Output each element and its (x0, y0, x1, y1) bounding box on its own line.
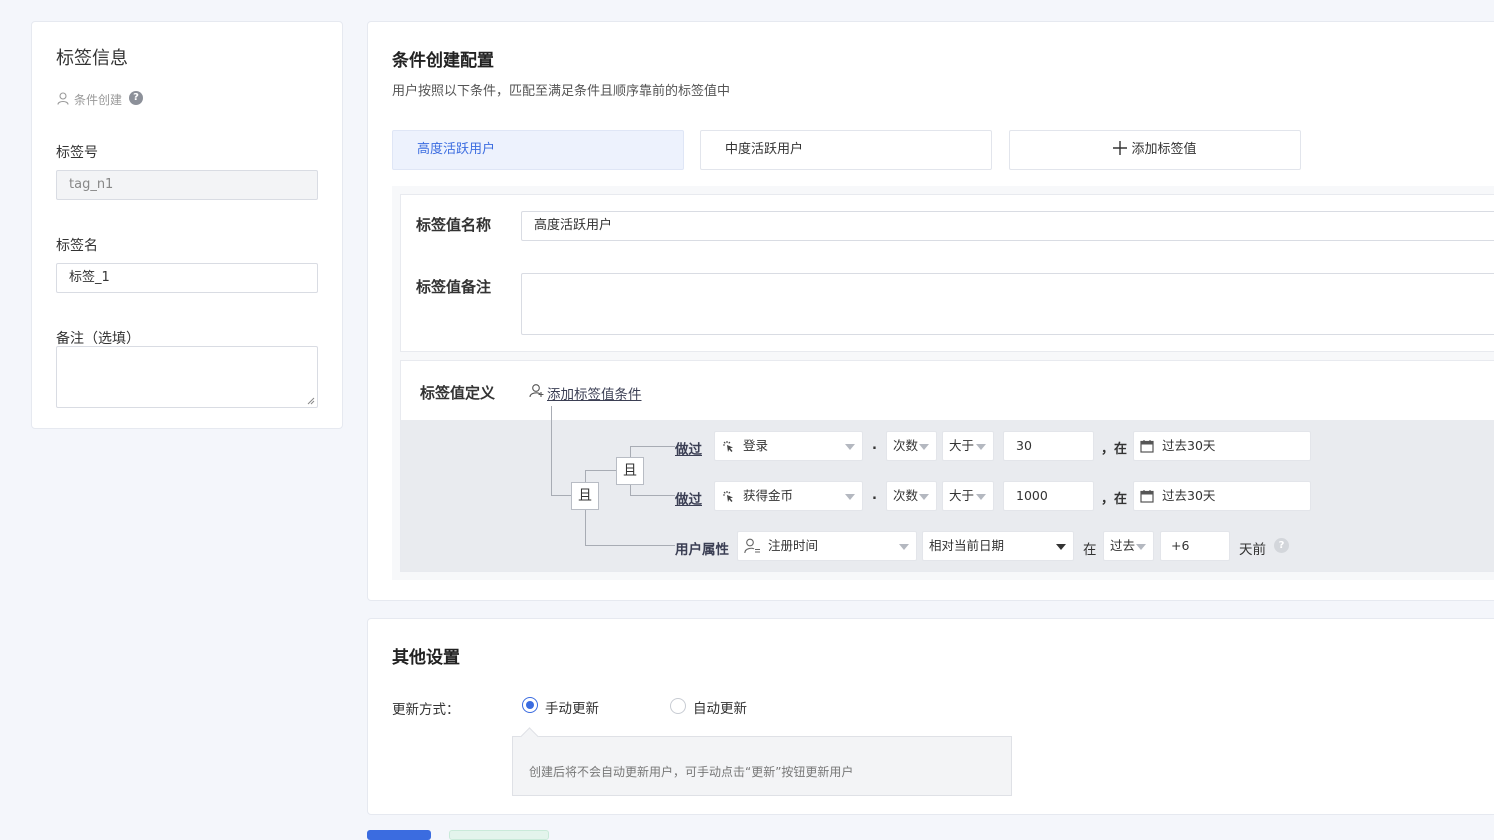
update-hint-text: 创建后将不会自动更新用户，可手动点击“更新”按钮更新用户 (529, 765, 854, 779)
radio-dot (526, 701, 534, 709)
logic-node-outer[interactable]: 且 (571, 482, 599, 510)
tree-line (585, 510, 586, 546)
auto-update-label[interactable]: 自动更新 (693, 697, 747, 717)
click-icon (723, 441, 733, 452)
days-ago-text: 天前 (1239, 542, 1266, 558)
hint-arrow (520, 727, 539, 746)
value-name-label: 标签值名称 (416, 216, 492, 234)
tab-high-active[interactable]: 高度活跃用户 (392, 130, 684, 170)
in-label: ，在 (1101, 442, 1128, 457)
click-icon (723, 491, 733, 502)
tag-info-panel: 标签信息 条件创建 ? 标签号 tag_n1 标签名 标签_1 备注（选填） (31, 21, 343, 429)
user-icon (57, 92, 69, 105)
add-tag-value-label: 添加标签值 (1131, 142, 1197, 157)
other-settings-card: 其他设置 更新方式： 手动更新 自动更新 创建后将不会自动更新用户，可手动点击“… (367, 618, 1494, 815)
tree-line (585, 545, 675, 546)
cancel-button[interactable] (449, 830, 549, 840)
tag-no-field: tag_n1 (56, 170, 318, 200)
date-mode-select[interactable]: 相对当前日期 (922, 531, 1074, 561)
attribute-value: 注册时间 (768, 538, 819, 553)
update-method-label: 更新方式： (392, 702, 460, 718)
in-text: 在 (1083, 542, 1097, 558)
resize-handle-icon[interactable] (307, 397, 315, 405)
help-icon[interactable]: ? (1274, 538, 1289, 553)
note-label: 备注（选填） (56, 331, 140, 347)
add-condition-icon[interactable] (529, 383, 544, 398)
event-select[interactable]: 获得金币 (714, 481, 863, 511)
radio-auto-update[interactable] (670, 698, 686, 714)
time-range-picker[interactable]: 过去30天 (1133, 481, 1311, 511)
time-range-value: 过去30天 (1162, 488, 1216, 503)
direction-select[interactable]: 过去 (1103, 531, 1154, 561)
direction-value: 过去 (1110, 538, 1136, 553)
date-mode-value: 相对当前日期 (929, 538, 1005, 553)
value-input[interactable]: 1000 (1003, 481, 1094, 511)
time-range-picker[interactable]: 过去30天 (1133, 431, 1311, 461)
add-condition-link[interactable]: 添加标签值条件 (547, 383, 642, 403)
operator-value: 大于 (949, 438, 975, 453)
user-attribute-icon (744, 538, 760, 554)
days-input[interactable]: +6 (1160, 531, 1230, 561)
help-icon[interactable]: ? (129, 91, 143, 105)
logic-node-inner[interactable]: 且 (616, 457, 644, 485)
user-attr-label: 用户属性 (675, 542, 729, 558)
event-value: 获得金币 (743, 488, 794, 503)
tag-no-label: 标签号 (56, 145, 98, 161)
did-label[interactable]: 做过 (675, 438, 702, 458)
dot-separator: . (872, 488, 877, 503)
value-note-textarea[interactable] (521, 273, 1494, 335)
calendar-icon (1140, 490, 1154, 503)
tree-line (585, 470, 616, 471)
tree-line (630, 446, 631, 457)
tree-line (551, 406, 552, 496)
tag-name-label: 标签名 (56, 238, 98, 254)
did-label[interactable]: 做过 (675, 488, 702, 508)
operator-select[interactable]: 大于 (942, 481, 994, 511)
tab-label: 中度活跃用户 (725, 142, 804, 157)
config-title: 条件创建配置 (392, 51, 494, 71)
note-textarea[interactable] (56, 346, 318, 408)
time-range-value: 过去30天 (1162, 438, 1216, 453)
operator-value: 大于 (949, 488, 975, 503)
tag-info-title: 标签信息 (56, 48, 128, 69)
metric-select[interactable]: 次数 (886, 431, 937, 461)
tree-line (585, 470, 586, 482)
plus-icon (1113, 141, 1128, 155)
config-subtitle: 用户按照以下条件，匹配至满足条件且顺序靠前的标签值中 (392, 84, 731, 99)
event-select[interactable]: 登录 (714, 431, 863, 461)
tab-label: 高度活跃用户 (417, 142, 496, 157)
confirm-button[interactable] (367, 830, 431, 840)
value-note-label: 标签值备注 (416, 278, 492, 296)
update-hint-box: 创建后将不会自动更新用户，可手动点击“更新”按钮更新用户 (512, 727, 1012, 796)
manual-update-label[interactable]: 手动更新 (545, 697, 599, 717)
event-value: 登录 (743, 438, 769, 453)
calendar-icon (1140, 440, 1154, 453)
tree-line (630, 446, 675, 447)
add-tag-value-button[interactable]: 添加标签值 (1009, 130, 1301, 170)
metric-select[interactable]: 次数 (886, 481, 937, 511)
creation-type: 条件创建 (74, 93, 123, 107)
in-label: ，在 (1101, 492, 1128, 507)
dot-separator: . (872, 438, 877, 453)
tree-line (551, 495, 571, 496)
value-name-field[interactable]: 高度活跃用户 (521, 211, 1494, 241)
metric-value: 次数 (893, 488, 919, 503)
attribute-select[interactable]: 注册时间 (737, 531, 917, 561)
metric-value: 次数 (893, 438, 919, 453)
value-input[interactable]: 30 (1003, 431, 1094, 461)
operator-select[interactable]: 大于 (942, 431, 994, 461)
other-settings-title: 其他设置 (392, 648, 460, 668)
radio-manual-update[interactable] (522, 697, 538, 713)
tab-mid-active[interactable]: 中度活跃用户 (700, 130, 992, 170)
tree-line (630, 495, 675, 496)
definition-label: 标签值定义 (420, 384, 496, 402)
tag-name-field[interactable]: 标签_1 (56, 263, 318, 293)
